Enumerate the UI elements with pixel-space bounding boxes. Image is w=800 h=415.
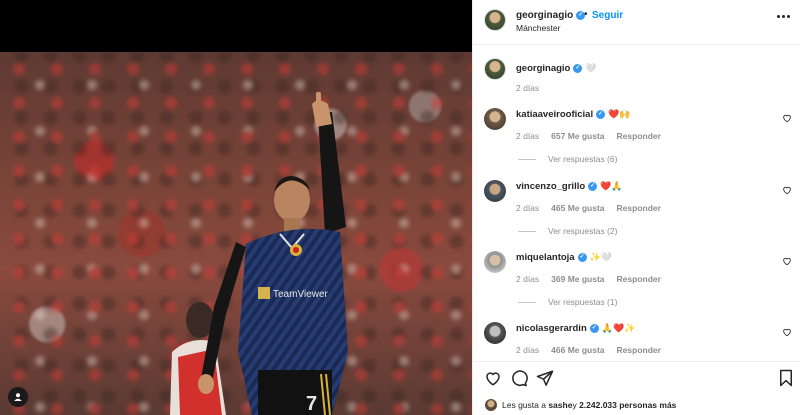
reply-button[interactable]: Responder [617, 131, 661, 141]
view-replies-button[interactable]: Ver respuestas (6) [518, 154, 617, 164]
sponsor-text: TeamViewer [273, 289, 329, 300]
comment-icon[interactable] [510, 369, 528, 387]
caption-meta: 2 días [516, 83, 539, 93]
comment-username[interactable]: miquelantoja ✓ ✨🤍 [516, 252, 612, 263]
comment-username[interactable]: vincenzo_grillo ✓ ❤️🙏 [516, 181, 623, 192]
verified-icon: ✓ [589, 323, 599, 333]
reply-button[interactable]: Responder [617, 274, 661, 284]
verified-icon: ✓ [596, 109, 606, 119]
post-header: georginagio ✓ • Seguir Mánchester [473, 0, 800, 45]
comment-time[interactable]: 2 días [516, 345, 539, 355]
reply-button[interactable]: Responder [617, 203, 661, 213]
comment-meta: 2 días 466 Me gusta Responder [516, 345, 661, 355]
comment-likes[interactable]: 466 Me gusta [551, 345, 604, 355]
comments-list[interactable]: georginagio ✓ 🤍 2 días katiaaveirooficial ✓… [473, 46, 800, 361]
view-replies-label[interactable]: Ver respuestas (6) [548, 154, 617, 164]
heart-icon[interactable] [782, 327, 792, 337]
user-tag-icon[interactable] [8, 387, 28, 407]
caption-username-text[interactable]: georginagio [516, 63, 570, 74]
comment-meta: 2 días 465 Me gusta Responder [516, 203, 661, 213]
comment-text: 🙏❤️✨ [601, 323, 636, 333]
liked-by[interactable]: Les gusta a sashe y 2.242.033 personas m… [485, 399, 676, 411]
verified-icon: ✓ [573, 63, 583, 73]
view-replies-button[interactable]: Ver respuestas (1) [518, 297, 617, 307]
view-replies-label[interactable]: Ver respuestas (2) [548, 226, 617, 236]
avatar[interactable] [485, 399, 497, 411]
comment-username[interactable]: katiaaveirooficial ✓ ❤️🙌 [516, 109, 631, 120]
avatar[interactable] [484, 180, 506, 202]
location-link[interactable]: Mánchester [516, 23, 560, 33]
view-replies-button[interactable]: Ver respuestas (2) [518, 226, 617, 236]
avatar[interactable] [484, 322, 506, 344]
caption-username[interactable]: georginagio ✓ 🤍 [516, 63, 597, 74]
replies-line [518, 158, 536, 160]
liked-by-count[interactable]: 2.242.033 personas más [579, 400, 676, 410]
caption-time[interactable]: 2 días [516, 83, 539, 93]
comment-time[interactable]: 2 días [516, 131, 539, 141]
view-replies-label[interactable]: Ver respuestas (1) [548, 297, 617, 307]
post-actions: Les gusta a sashe y 2.242.033 personas m… [473, 361, 800, 415]
comment-meta: 2 días 369 Me gusta Responder [516, 274, 661, 284]
avatar[interactable] [484, 9, 506, 31]
comment-likes[interactable]: 657 Me gusta [551, 131, 604, 141]
replies-line [518, 301, 536, 303]
post-sidebar: georginagio ✓ • Seguir Mánchester georgin… [472, 0, 800, 415]
liked-by-mid: y [572, 400, 577, 410]
comment-username[interactable]: nicolasgerardin ✓ 🙏❤️✨ [516, 323, 635, 334]
comment-time[interactable]: 2 días [516, 203, 539, 213]
heart-icon[interactable] [782, 113, 792, 123]
more-options-icon[interactable] [777, 15, 790, 18]
avatar[interactable] [484, 251, 506, 273]
comment-meta: 2 días 657 Me gusta Responder [516, 131, 661, 141]
comment-likes[interactable]: 369 Me gusta [551, 274, 604, 284]
heart-icon[interactable] [782, 185, 792, 195]
bookmark-icon[interactable] [777, 369, 795, 387]
comment-text: ✨🤍 [589, 252, 613, 262]
comment-time[interactable]: 2 días [516, 274, 539, 284]
caption-text: 🤍 [585, 63, 597, 73]
separator-dot: • [584, 9, 588, 20]
comment-username-text[interactable]: katiaaveirooficial [516, 109, 593, 120]
post-media[interactable]: 7 TeamViewer [0, 0, 472, 415]
replies-line [518, 230, 536, 232]
comment-text: ❤️🙌 [608, 109, 631, 119]
heart-icon[interactable] [484, 369, 502, 387]
share-icon[interactable] [536, 369, 554, 387]
comment-likes[interactable]: 465 Me gusta [551, 203, 604, 213]
reply-button[interactable]: Responder [617, 345, 661, 355]
liked-by-prefix: Les gusta a [502, 400, 546, 410]
comment-text: ❤️🙏 [600, 181, 623, 191]
verified-icon: ✓ [588, 181, 598, 191]
header-username[interactable]: georginagio ✓ [516, 10, 586, 21]
comment-username-text[interactable]: vincenzo_grillo [516, 181, 585, 192]
avatar[interactable] [484, 108, 506, 130]
player-figure: 7 TeamViewer [170, 92, 348, 415]
comment-username-text[interactable]: miquelantoja [516, 252, 575, 263]
follow-button[interactable]: Seguir [592, 10, 623, 21]
avatar[interactable] [484, 58, 506, 80]
verified-icon: ✓ [577, 252, 587, 262]
header-username-text[interactable]: georginagio [516, 10, 573, 21]
shirt-number: 7 [306, 393, 317, 415]
liked-by-user[interactable]: sashe [548, 400, 572, 410]
comment-username-text[interactable]: nicolasgerardin [516, 323, 587, 334]
post-photo: 7 TeamViewer [0, 52, 472, 415]
heart-icon[interactable] [782, 256, 792, 266]
